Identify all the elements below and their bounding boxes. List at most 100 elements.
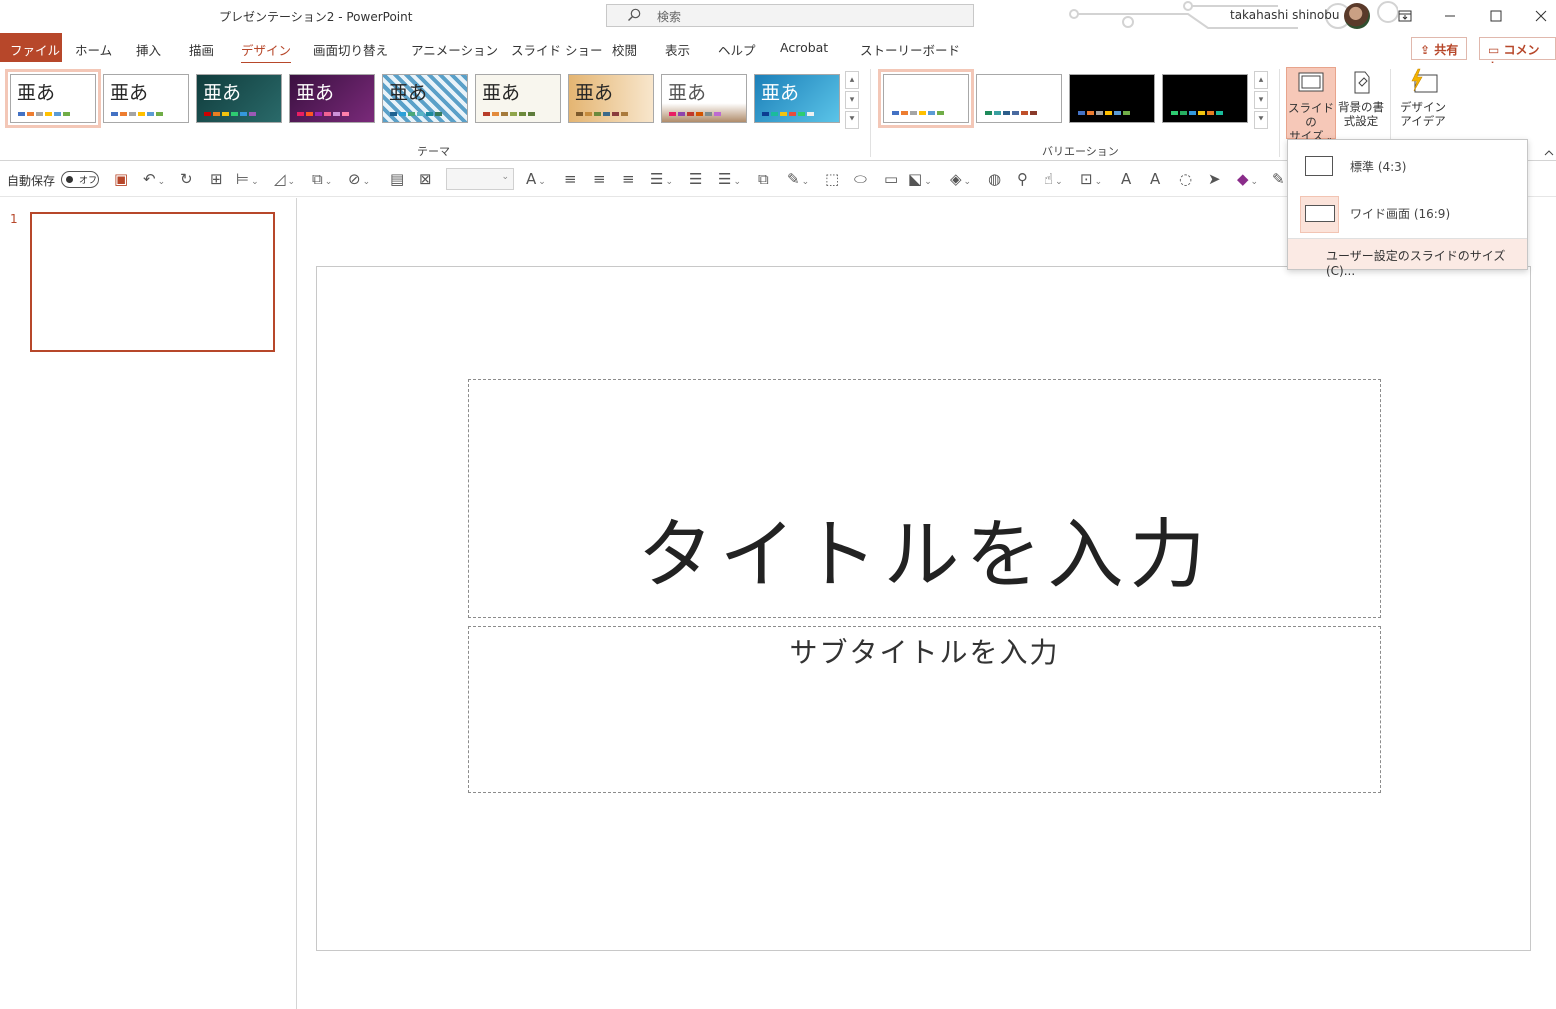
theme-gold[interactable]: 亜あ (568, 74, 654, 123)
ribbon-display-options-icon[interactable] (1395, 6, 1415, 26)
save-icon[interactable]: ▣ (114, 171, 128, 187)
title-placeholder[interactable]: タイトルを入力 (468, 379, 1381, 618)
bullets-icon[interactable]: ☰ (650, 171, 673, 190)
theme-office-2[interactable]: 亜あ (103, 74, 189, 123)
theme-teal[interactable]: 亜あ (196, 74, 282, 123)
arrange-icon[interactable]: ⧉ (758, 171, 769, 187)
font-size-select[interactable]: ⌄ (446, 168, 514, 190)
size-icon[interactable]: ⊡ (1080, 171, 1102, 190)
theme-wood[interactable]: 亜あ (661, 74, 747, 123)
tab-view[interactable]: 表示 (665, 40, 690, 59)
format-background-button[interactable]: 背景の書 式設定 (1336, 67, 1386, 139)
variations-group-label: バリエーション (1042, 145, 1119, 158)
pen-icon[interactable]: ✎ (1272, 171, 1285, 187)
touch-icon[interactable]: ☝ (1044, 171, 1063, 190)
menu-item-standard[interactable]: 標準 (4:3) (1288, 142, 1527, 188)
tab-review[interactable]: 校閲 (612, 40, 637, 59)
variations-more-icon[interactable]: ⯆ (1254, 111, 1268, 129)
decrease-font-icon[interactable]: A (1121, 171, 1131, 187)
rectangle-icon[interactable]: ▭ (884, 171, 898, 187)
autosave-toggle[interactable]: オフ (61, 171, 99, 188)
comment-button[interactable]: ▭ コメント (1479, 37, 1556, 74)
oval-icon[interactable]: ⬭ (854, 171, 867, 187)
window-title: プレゼンテーション2 - PowerPoint (219, 10, 413, 24)
themes-more-icon[interactable]: ⯆ (845, 111, 859, 129)
slide-thumbnail-pane: 1 (0, 198, 297, 1009)
autosave-label: 自動保存 (7, 174, 56, 188)
search-icon (628, 8, 641, 21)
tab-help[interactable]: ヘルプ (718, 40, 756, 59)
present-icon[interactable]: ⊞ (210, 171, 223, 187)
subtitle-placeholder[interactable]: サブタイトルを入力 (468, 626, 1381, 793)
tab-draw[interactable]: 描画 (189, 40, 214, 59)
numbering-icon[interactable]: ☰ (718, 171, 741, 190)
group-objects-icon[interactable]: ⧉ (312, 171, 332, 190)
themes-scroll-down-icon[interactable]: ▾ (845, 91, 859, 109)
share-button[interactable]: ⇪ 共有 (1411, 37, 1468, 60)
tab-animations[interactable]: アニメーション (411, 40, 498, 59)
redo-icon[interactable]: ↻ (180, 171, 193, 187)
select-pointer-icon[interactable]: ➤ (1208, 171, 1221, 187)
picture-icon[interactable]: ⊠ (419, 171, 432, 187)
design-ideas-button[interactable]: デザイン アイデア (1398, 67, 1448, 139)
tab-design[interactable]: デザイン (241, 40, 292, 64)
eraser-icon[interactable]: ◆ (1237, 171, 1258, 190)
shape-outline-icon[interactable]: ✎ (787, 171, 809, 190)
tab-home[interactable]: ホーム (75, 40, 112, 59)
variations-scroll-down-icon[interactable]: ▾ (1254, 91, 1268, 109)
collapse-ribbon-icon[interactable] (1543, 148, 1555, 158)
title-text: タイトルを入力 (637, 510, 1212, 599)
themes-group-label: テーマ (417, 145, 450, 158)
tab-slideshow[interactable]: スライド ショー (511, 40, 602, 59)
variation-4[interactable] (1162, 74, 1248, 123)
subtitle-text: サブタイトルを入力 (789, 636, 1060, 669)
variation-2[interactable] (976, 74, 1062, 123)
search-box[interactable]: 検索 (606, 4, 974, 27)
variation-3[interactable] (1069, 74, 1155, 123)
zoom-icon[interactable]: ⚲ (1017, 171, 1028, 187)
user-name[interactable]: takahashi shinobu (1230, 8, 1339, 22)
theme-office[interactable]: 亜あ (5, 69, 101, 128)
increase-font-icon[interactable]: A (1150, 171, 1160, 187)
merge-shapes-icon[interactable]: ⊘ (348, 171, 370, 190)
themes-scroll-up-icon[interactable]: ▴ (845, 71, 859, 89)
artistic-icon[interactable]: ◍ (988, 171, 1001, 187)
tab-acrobat[interactable]: Acrobat (780, 40, 828, 55)
close-icon[interactable] (1531, 6, 1551, 26)
shape-edit-icon[interactable]: ◿ (274, 171, 295, 190)
align-center-icon[interactable]: ≡ (593, 171, 606, 187)
theme-pattern[interactable]: 亜あ (382, 74, 468, 123)
tab-file[interactable]: ファイル (0, 33, 62, 62)
variation-1[interactable] (878, 69, 974, 128)
menu-item-custom-size[interactable]: ユーザー設定のスライドのサイズ(C)... (1288, 239, 1527, 278)
undo-icon[interactable]: ↶ (143, 171, 165, 190)
text-box-icon[interactable]: ▤ (390, 171, 404, 187)
maximize-icon[interactable] (1486, 6, 1506, 26)
theme-blue[interactable]: 亜あ (754, 74, 840, 123)
title-bar: プレゼンテーション2 - PowerPoint 検索 takahashi shi… (0, 0, 1556, 33)
avatar[interactable] (1344, 3, 1370, 29)
slide-canvas[interactable]: タイトルを入力 サブタイトルを入力 (316, 266, 1531, 951)
font-color-icon[interactable]: A (526, 171, 546, 190)
slide-size-button[interactable]: スライドの サイズ ⌄ (1286, 67, 1336, 143)
align-left-icon[interactable]: ≡ (564, 171, 577, 187)
align-right-icon[interactable]: ≡ (622, 171, 635, 187)
theme-purple[interactable]: 亜あ (289, 74, 375, 123)
lasso-icon[interactable]: ◌ (1179, 171, 1192, 187)
slide-thumbnail[interactable] (30, 212, 275, 352)
align-icon[interactable]: ⊨ (236, 171, 259, 190)
menu-item-widescreen[interactable]: ワイド画面 (16:9) (1288, 189, 1527, 235)
variations-scroll-up-icon[interactable]: ▴ (1254, 71, 1268, 89)
crop-icon[interactable]: ⬚ (825, 171, 839, 187)
theme-retrospect[interactable]: 亜あ (475, 74, 561, 123)
columns-icon[interactable]: ☰ (689, 171, 702, 187)
fill-color-icon[interactable]: ◈ (950, 171, 971, 190)
minimize-icon[interactable] (1440, 6, 1460, 26)
tab-storyboard[interactable]: ストーリーボード (860, 40, 960, 59)
shapes-icon[interactable]: ⬕ (908, 171, 932, 190)
search-placeholder: 検索 (657, 10, 682, 24)
ribbon-tabs: ファイル ホーム 挿入 描画 デザイン 画面切り替え アニメーション スライド … (0, 33, 1556, 64)
slide-number: 1 (10, 212, 18, 226)
tab-transitions[interactable]: 画面切り替え (313, 40, 388, 59)
tab-insert[interactable]: 挿入 (136, 40, 161, 59)
